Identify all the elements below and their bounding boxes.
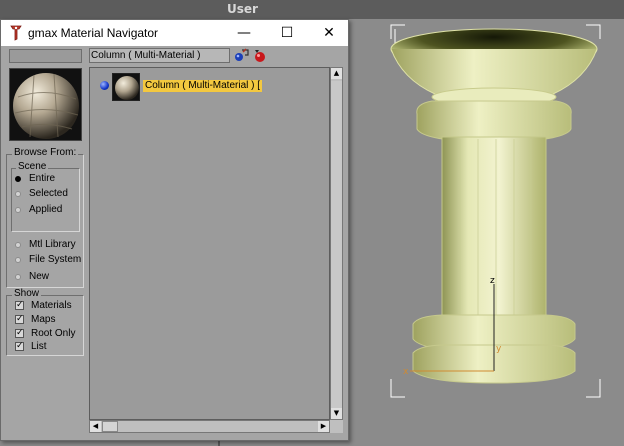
radio-file-system[interactable]: File System bbox=[15, 253, 81, 266]
scene-label: Scene bbox=[16, 161, 49, 172]
svg-text:x: x bbox=[403, 367, 409, 377]
checkbox-root-only[interactable]: ✓ Root Only bbox=[15, 327, 75, 340]
radio-icon bbox=[15, 190, 21, 197]
checkbox-list[interactable]: ✓ List bbox=[15, 340, 47, 353]
radio-new[interactable]: New bbox=[15, 270, 49, 283]
material-tree-list[interactable]: Column ( Multi-Material ) [ bbox=[89, 67, 330, 420]
radio-mtl-library[interactable]: Mtl Library bbox=[15, 238, 76, 251]
show-label: Show bbox=[12, 288, 42, 299]
minimize-button[interactable]: — bbox=[224, 20, 264, 46]
viewport-label[interactable]: User bbox=[227, 2, 258, 16]
scroll-left-icon[interactable]: ◀ bbox=[90, 421, 101, 432]
tree-item-label[interactable]: Column ( Multi-Material ) [ bbox=[143, 80, 263, 92]
svg-text:y: y bbox=[496, 344, 502, 354]
checkmark-icon: ✓ bbox=[15, 314, 24, 324]
checkmark-icon: ✓ bbox=[15, 328, 24, 338]
horizontal-scroll-thumb[interactable] bbox=[102, 421, 118, 432]
close-button[interactable]: ✕ bbox=[309, 20, 349, 46]
scroll-up-icon[interactable]: ▲ bbox=[331, 68, 342, 79]
radio-icon bbox=[15, 206, 21, 213]
preview-sphere-icon bbox=[10, 69, 81, 140]
checkbox-label: Maps bbox=[31, 314, 56, 325]
checkbox-label: Materials bbox=[31, 300, 72, 311]
maximize-button[interactable]: ☐ bbox=[267, 20, 307, 46]
checkbox-maps[interactable]: ✓ Maps bbox=[15, 313, 55, 326]
gmax-logo-icon bbox=[10, 25, 22, 41]
radio-icon bbox=[15, 175, 21, 182]
thumbnail-sphere-icon bbox=[113, 74, 139, 100]
radio-applied[interactable]: Applied bbox=[15, 203, 62, 216]
checkbox-label: List bbox=[31, 341, 47, 352]
material-preview-sphere[interactable] bbox=[9, 68, 82, 141]
horizontal-scrollbar[interactable]: ◀ ▶ bbox=[89, 420, 330, 433]
radio-entire[interactable]: Entire bbox=[15, 172, 55, 185]
scroll-right-icon[interactable]: ▶ bbox=[318, 421, 329, 432]
window-title: gmax Material Navigator bbox=[28, 26, 159, 40]
radio-label: New bbox=[29, 271, 50, 282]
radio-label: Mtl Library bbox=[29, 239, 76, 250]
column-capital bbox=[390, 48, 598, 95]
browse-from-label: Browse From: bbox=[12, 147, 79, 158]
checkbox-materials[interactable]: ✓ Materials bbox=[15, 299, 72, 312]
vertical-scroll-thumb[interactable] bbox=[331, 81, 342, 410]
radio-icon bbox=[15, 273, 21, 280]
radio-label: Selected bbox=[29, 188, 68, 199]
scroll-down-icon[interactable]: ▼ bbox=[331, 408, 342, 419]
radio-icon bbox=[15, 241, 21, 248]
checkbox-label: Root Only bbox=[31, 328, 76, 339]
search-name-field[interactable] bbox=[9, 49, 82, 63]
get-material-icon[interactable] bbox=[252, 48, 267, 63]
scrollbar-corner bbox=[330, 420, 343, 433]
checkmark-icon: ✓ bbox=[15, 341, 24, 351]
checkmark-icon: ✓ bbox=[15, 300, 24, 310]
svg-text:z: z bbox=[490, 276, 495, 286]
radio-label: Applied bbox=[29, 204, 63, 215]
material-node-icon bbox=[100, 81, 109, 90]
material-thumbnail[interactable] bbox=[112, 73, 140, 101]
assign-material-icon[interactable] bbox=[234, 48, 249, 63]
dialog-body: Column ( Multi-Material ) Browse From: S… bbox=[1, 46, 348, 440]
radio-label: Entire bbox=[29, 173, 56, 184]
material-name-field[interactable]: Column ( Multi-Material ) bbox=[89, 48, 230, 63]
radio-label: File System bbox=[29, 254, 82, 265]
radio-selected[interactable]: Selected bbox=[15, 187, 68, 200]
radio-icon bbox=[15, 256, 21, 263]
title-bar[interactable]: gmax Material Navigator — ☐ ✕ bbox=[1, 20, 348, 46]
material-navigator-dialog[interactable]: gmax Material Navigator — ☐ ✕ Column ( M… bbox=[0, 19, 349, 441]
vertical-scrollbar[interactable]: ▲ ▼ bbox=[330, 67, 343, 420]
